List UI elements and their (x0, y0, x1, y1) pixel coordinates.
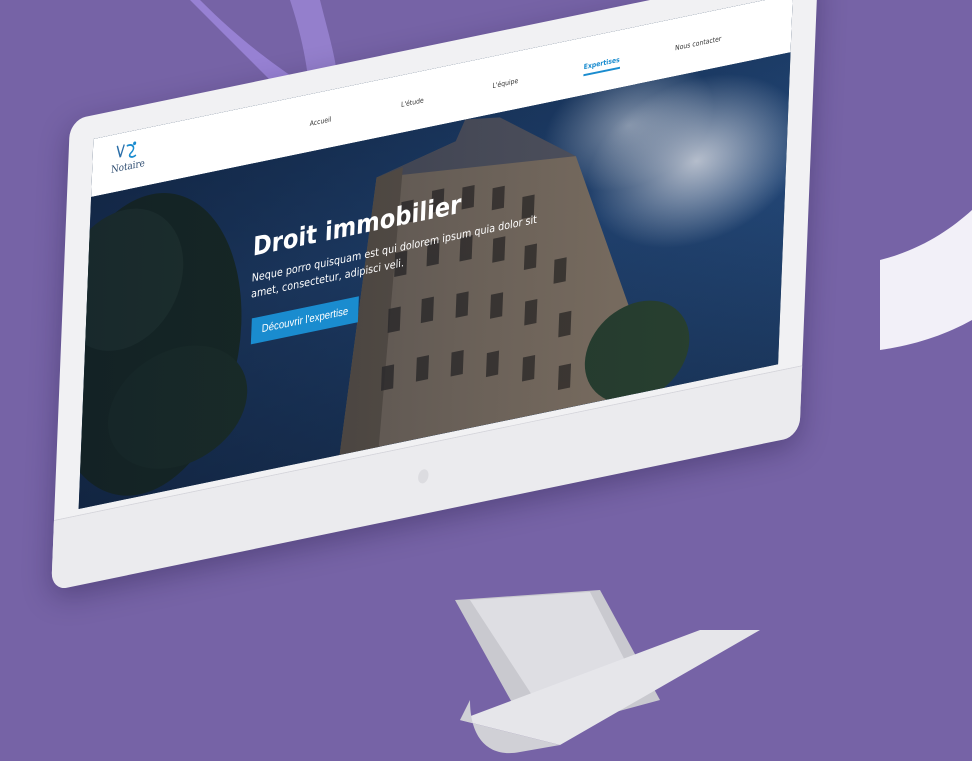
nav-item-contact[interactable]: Nous contacter (675, 35, 722, 53)
nav-item-equipe[interactable]: L'équipe (492, 77, 518, 90)
scene: Notaire Accueil L'étude L'équipe Experti… (0, 0, 972, 761)
nav-item-etude[interactable]: L'étude (401, 96, 424, 109)
nav-item-accueil[interactable]: Accueil (310, 115, 332, 128)
